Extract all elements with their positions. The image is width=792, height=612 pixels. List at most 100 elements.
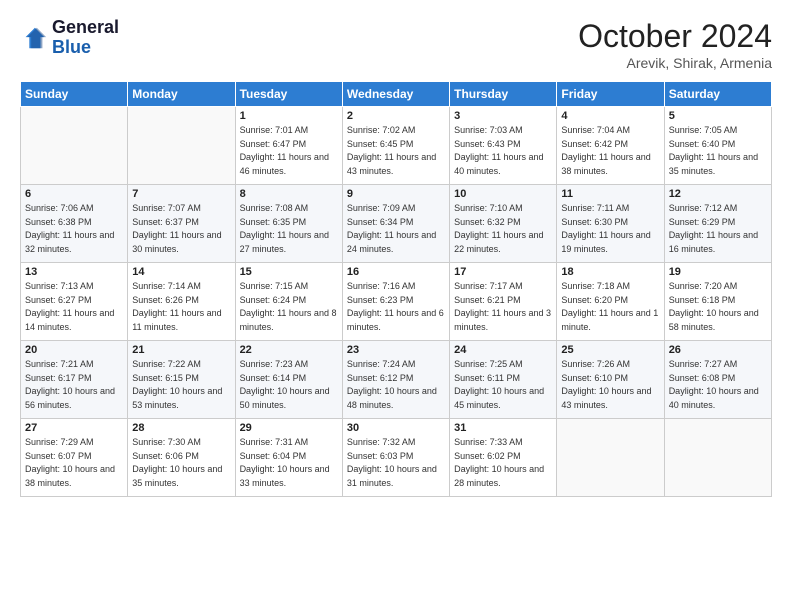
day-number: 19 — [669, 266, 767, 278]
day-info: Sunrise: 7:21 AMSunset: 6:17 PMDaylight:… — [25, 358, 123, 412]
calendar-cell: 18 Sunrise: 7:18 AMSunset: 6:20 PMDayligh… — [557, 263, 664, 341]
calendar-cell: 6 Sunrise: 7:06 AMSunset: 6:38 PMDaylight… — [21, 185, 128, 263]
calendar-cell: 30Sunrise: 7:32 AMSunset: 6:03 PMDayligh… — [342, 419, 449, 497]
calendar-cell: 7 Sunrise: 7:07 AMSunset: 6:37 PMDaylight… — [128, 185, 235, 263]
calendar-cell: 20 Sunrise: 7:21 AMSunset: 6:17 PMDayligh… — [21, 341, 128, 419]
day-number: 20 — [25, 344, 123, 356]
day-number: 31 — [454, 422, 552, 434]
day-info: Sunrise: 7:16 AMSunset: 6:23 PMDaylight:… — [347, 280, 445, 334]
calendar-cell: 25 Sunrise: 7:26 AMSunset: 6:10 PMDayligh… — [557, 341, 664, 419]
day-info: Sunrise: 7:11 AMSunset: 6:30 PMDaylight:… — [561, 202, 659, 256]
day-info: Sunrise: 7:30 AMSunset: 6:06 PMDaylight:… — [132, 436, 230, 490]
day-info: Sunrise: 7:18 AMSunset: 6:20 PMDaylight:… — [561, 280, 659, 334]
day-info: Sunrise: 7:29 AMSunset: 6:07 PMDaylight:… — [25, 436, 123, 490]
day-number: 6 — [25, 188, 123, 200]
calendar-cell: 31 Sunrise: 7:33 AMSunset: 6:02 PMDayligh… — [450, 419, 557, 497]
page: General Blue October 2024 Arevik, Shirak… — [0, 0, 792, 612]
calendar-cell: 21 Sunrise: 7:22 AMSunset: 6:15 PMDayligh… — [128, 341, 235, 419]
day-number: 11 — [561, 188, 659, 200]
calendar-cell: 13 Sunrise: 7:13 AMSunset: 6:27 PMDayligh… — [21, 263, 128, 341]
day-info: Sunrise: 7:08 AMSunset: 6:35 PMDaylight:… — [240, 202, 338, 256]
calendar-cell: 10 Sunrise: 7:10 AMSunset: 6:32 PMDayligh… — [450, 185, 557, 263]
day-number: 22 — [240, 344, 338, 356]
calendar-cell: 26 Sunrise: 7:27 AMSunset: 6:08 PMDayligh… — [664, 341, 771, 419]
calendar-cell: 3 Sunrise: 7:03 AMSunset: 6:43 PMDaylight… — [450, 107, 557, 185]
day-number: 13 — [25, 266, 123, 278]
day-number: 26 — [669, 344, 767, 356]
calendar-cell: 14Sunrise: 7:14 AMSunset: 6:26 PMDayligh… — [128, 263, 235, 341]
calendar-cell — [128, 107, 235, 185]
day-info: Sunrise: 7:09 AMSunset: 6:34 PMDaylight:… — [347, 202, 445, 256]
calendar-cell: 4Sunrise: 7:04 AMSunset: 6:42 PMDaylight… — [557, 107, 664, 185]
col-sunday: Sunday — [21, 82, 128, 107]
day-number: 3 — [454, 110, 552, 122]
day-number: 21 — [132, 344, 230, 356]
day-number: 1 — [240, 110, 338, 122]
day-info: Sunrise: 7:25 AMSunset: 6:11 PMDaylight:… — [454, 358, 552, 412]
calendar-cell: 1 Sunrise: 7:01 AMSunset: 6:47 PMDaylight… — [235, 107, 342, 185]
location: Arevik, Shirak, Armenia — [578, 55, 772, 71]
day-info: Sunrise: 7:06 AMSunset: 6:38 PMDaylight:… — [25, 202, 123, 256]
day-number: 4 — [561, 110, 659, 122]
col-tuesday: Tuesday — [235, 82, 342, 107]
month-title: October 2024 — [578, 18, 772, 55]
day-info: Sunrise: 7:01 AMSunset: 6:47 PMDaylight:… — [240, 124, 338, 178]
day-info: Sunrise: 7:07 AMSunset: 6:37 PMDaylight:… — [132, 202, 230, 256]
logo: General Blue — [20, 18, 119, 58]
calendar-cell: 11 Sunrise: 7:11 AMSunset: 6:30 PMDayligh… — [557, 185, 664, 263]
day-number: 15 — [240, 266, 338, 278]
col-thursday: Thursday — [450, 82, 557, 107]
day-number: 28 — [132, 422, 230, 434]
calendar-cell: 16 Sunrise: 7:16 AMSunset: 6:23 PMDayligh… — [342, 263, 449, 341]
header: General Blue October 2024 Arevik, Shirak… — [20, 18, 772, 71]
calendar-cell — [664, 419, 771, 497]
day-number: 12 — [669, 188, 767, 200]
day-info: Sunrise: 7:20 AMSunset: 6:18 PMDaylight:… — [669, 280, 767, 334]
day-info: Sunrise: 7:22 AMSunset: 6:15 PMDaylight:… — [132, 358, 230, 412]
calendar-cell — [21, 107, 128, 185]
calendar-cell: 29Sunrise: 7:31 AMSunset: 6:04 PMDayligh… — [235, 419, 342, 497]
day-number: 27 — [25, 422, 123, 434]
day-number: 17 — [454, 266, 552, 278]
day-info: Sunrise: 7:03 AMSunset: 6:43 PMDaylight:… — [454, 124, 552, 178]
day-info: Sunrise: 7:27 AMSunset: 6:08 PMDaylight:… — [669, 358, 767, 412]
calendar-week-5: 27 Sunrise: 7:29 AMSunset: 6:07 PMDayligh… — [21, 419, 772, 497]
calendar-cell: 9 Sunrise: 7:09 AMSunset: 6:34 PMDaylight… — [342, 185, 449, 263]
day-info: Sunrise: 7:17 AMSunset: 6:21 PMDaylight:… — [454, 280, 552, 334]
day-info: Sunrise: 7:12 AMSunset: 6:29 PMDaylight:… — [669, 202, 767, 256]
calendar-cell: 5 Sunrise: 7:05 AMSunset: 6:40 PMDaylight… — [664, 107, 771, 185]
day-info: Sunrise: 7:05 AMSunset: 6:40 PMDaylight:… — [669, 124, 767, 178]
day-number: 23 — [347, 344, 445, 356]
calendar-cell: 12 Sunrise: 7:12 AMSunset: 6:29 PMDayligh… — [664, 185, 771, 263]
day-number: 30 — [347, 422, 445, 434]
day-number: 9 — [347, 188, 445, 200]
day-number: 2 — [347, 110, 445, 122]
calendar-week-1: 1 Sunrise: 7:01 AMSunset: 6:47 PMDaylight… — [21, 107, 772, 185]
calendar-week-2: 6 Sunrise: 7:06 AMSunset: 6:38 PMDaylight… — [21, 185, 772, 263]
day-info: Sunrise: 7:23 AMSunset: 6:14 PMDaylight:… — [240, 358, 338, 412]
day-number: 29 — [240, 422, 338, 434]
day-number: 16 — [347, 266, 445, 278]
logo-text: General Blue — [52, 18, 119, 58]
day-info: Sunrise: 7:10 AMSunset: 6:32 PMDaylight:… — [454, 202, 552, 256]
calendar-week-3: 13 Sunrise: 7:13 AMSunset: 6:27 PMDayligh… — [21, 263, 772, 341]
calendar-table: Sunday Monday Tuesday Wednesday Thursday… — [20, 81, 772, 497]
calendar-cell: 27 Sunrise: 7:29 AMSunset: 6:07 PMDayligh… — [21, 419, 128, 497]
logo-icon — [20, 24, 48, 52]
day-info: Sunrise: 7:13 AMSunset: 6:27 PMDaylight:… — [25, 280, 123, 334]
col-friday: Friday — [557, 82, 664, 107]
calendar-cell: 23Sunrise: 7:24 AMSunset: 6:12 PMDayligh… — [342, 341, 449, 419]
day-number: 10 — [454, 188, 552, 200]
day-number: 5 — [669, 110, 767, 122]
day-number: 18 — [561, 266, 659, 278]
day-info: Sunrise: 7:26 AMSunset: 6:10 PMDaylight:… — [561, 358, 659, 412]
day-info: Sunrise: 7:33 AMSunset: 6:02 PMDaylight:… — [454, 436, 552, 490]
day-number: 7 — [132, 188, 230, 200]
day-number: 14 — [132, 266, 230, 278]
day-info: Sunrise: 7:15 AMSunset: 6:24 PMDaylight:… — [240, 280, 338, 334]
day-number: 25 — [561, 344, 659, 356]
col-monday: Monday — [128, 82, 235, 107]
day-number: 24 — [454, 344, 552, 356]
calendar-cell: 19 Sunrise: 7:20 AMSunset: 6:18 PMDayligh… — [664, 263, 771, 341]
calendar-cell: 24 Sunrise: 7:25 AMSunset: 6:11 PMDayligh… — [450, 341, 557, 419]
